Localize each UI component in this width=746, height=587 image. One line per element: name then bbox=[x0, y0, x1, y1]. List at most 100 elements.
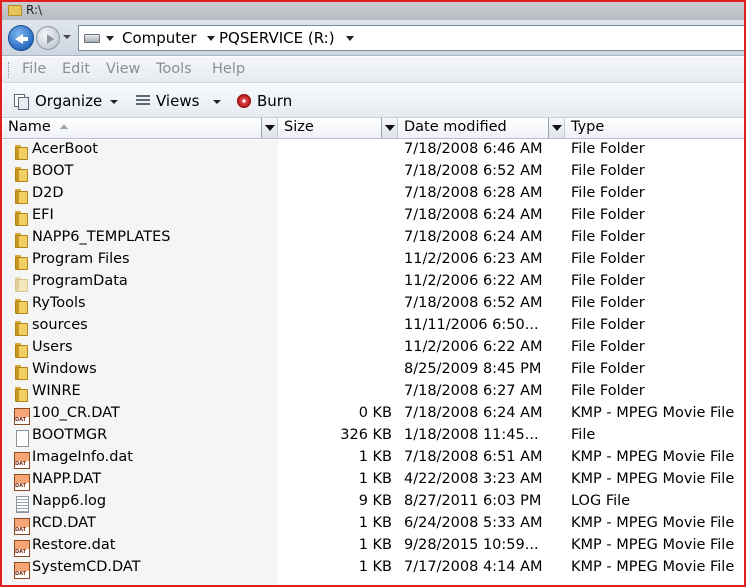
chevron-down-icon[interactable] bbox=[106, 36, 114, 41]
file-type: LOG File bbox=[571, 493, 631, 509]
file-type: File Folder bbox=[571, 163, 645, 179]
column-size-filter-chevron-icon[interactable] bbox=[381, 118, 397, 138]
recent-pages-chevron-icon[interactable] bbox=[63, 35, 71, 39]
folder-icon bbox=[14, 364, 29, 380]
folder-icon bbox=[14, 188, 29, 204]
file-name: Napp6.log bbox=[32, 493, 107, 509]
file-row[interactable]: BOOT 7/18/2008 6:52 AM File Folder bbox=[2, 162, 744, 184]
file-row[interactable]: AcerBoot 7/18/2008 6:46 AM File Folder bbox=[2, 140, 744, 162]
chevron-down-icon[interactable] bbox=[110, 100, 118, 104]
organize-icon bbox=[14, 94, 29, 110]
file-row[interactable]: D2D 7/18/2008 6:28 AM File Folder bbox=[2, 184, 744, 206]
column-name[interactable]: Name bbox=[2, 118, 278, 138]
file-type: File Folder bbox=[571, 251, 645, 267]
folder-icon bbox=[14, 386, 29, 402]
views-button[interactable]: Views bbox=[156, 92, 199, 110]
file-name: NAPP6_TEMPLATES bbox=[32, 229, 171, 245]
file-row[interactable]: WINRE 7/18/2008 6:27 AM File Folder bbox=[2, 382, 744, 404]
file-date-modified: 11/11/2006 6:50... bbox=[404, 317, 539, 333]
file-name: ImageInfo.dat bbox=[32, 449, 133, 465]
chevron-down-icon[interactable] bbox=[207, 36, 215, 41]
column-date-modified[interactable]: Date modified bbox=[398, 118, 565, 138]
file-name: 100_CR.DAT bbox=[32, 405, 120, 421]
menu-tools[interactable]: Tools bbox=[156, 61, 192, 77]
chevron-down-icon[interactable] bbox=[213, 100, 221, 104]
forward-button[interactable] bbox=[36, 26, 60, 50]
file-date-modified: 7/18/2008 6:24 AM bbox=[404, 405, 543, 421]
file-size: 1 KB bbox=[358, 515, 392, 531]
folder-icon bbox=[14, 298, 29, 314]
file-row[interactable]: RCD.DAT 1 KB 6/24/2008 5:33 AM KMP - MPEG M… bbox=[2, 514, 744, 536]
file-row[interactable]: Restore.dat 1 KB 9/28/2015 10:59... KMP - M… bbox=[2, 536, 744, 558]
file-row[interactable]: NAPP.DAT 1 KB 4/22/2008 3:23 AM KMP - MPEG … bbox=[2, 470, 744, 492]
file-row[interactable]: SystemCD.DAT 1 KB 7/17/2008 4:14 AM KMP - M… bbox=[2, 558, 744, 580]
column-header: Name Size Date modified Type bbox=[2, 118, 744, 139]
file-name: Users bbox=[32, 339, 73, 355]
file-row[interactable]: RyTools 7/18/2008 6:52 AM File Folder bbox=[2, 294, 744, 316]
burn-button[interactable]: Burn bbox=[257, 92, 292, 110]
file-name: BOOT bbox=[32, 163, 74, 179]
folder-icon bbox=[14, 166, 29, 182]
dat-file-icon bbox=[14, 452, 30, 469]
column-type[interactable]: Type bbox=[565, 118, 744, 138]
file-date-modified: 11/2/2006 6:22 AM bbox=[404, 339, 543, 355]
file-date-modified: 7/18/2008 6:28 AM bbox=[404, 185, 543, 201]
file-row[interactable]: ImageInfo.dat 1 KB 7/18/2008 6:51 AM KMP - … bbox=[2, 448, 744, 470]
file-date-modified: 7/18/2008 6:51 AM bbox=[404, 449, 543, 465]
file-name: AcerBoot bbox=[32, 141, 98, 157]
file-row[interactable]: Users 11/2/2006 6:22 AM File Folder bbox=[2, 338, 744, 360]
breadcrumb-drive[interactable]: PQSERVICE (R:) bbox=[219, 29, 335, 47]
file-size: 326 KB bbox=[340, 427, 392, 443]
file-row[interactable]: EFI 7/18/2008 6:24 AM File Folder bbox=[2, 206, 744, 228]
menu-edit[interactable]: Edit bbox=[62, 61, 90, 77]
file-date-modified: 7/18/2008 6:46 AM bbox=[404, 141, 543, 157]
file-row[interactable]: Program Files 11/2/2006 6:23 AM File Folde… bbox=[2, 250, 744, 272]
file-name: ProgramData bbox=[32, 273, 128, 289]
column-date-filter-chevron-icon[interactable] bbox=[548, 118, 564, 138]
back-button[interactable] bbox=[8, 25, 34, 51]
file-date-modified: 7/17/2008 4:14 AM bbox=[404, 559, 543, 575]
log-file-icon bbox=[14, 496, 29, 513]
file-date-modified: 7/18/2008 6:27 AM bbox=[404, 383, 543, 399]
column-name-filter-chevron-icon[interactable] bbox=[261, 118, 277, 138]
file-type: KMP - MPEG Movie File bbox=[571, 405, 735, 421]
file-name: WINRE bbox=[32, 383, 81, 399]
file-name: SystemCD.DAT bbox=[32, 559, 141, 575]
file-type: KMP - MPEG Movie File bbox=[571, 559, 735, 575]
file-size: 1 KB bbox=[358, 449, 392, 465]
folder-icon bbox=[14, 342, 29, 358]
column-size[interactable]: Size bbox=[278, 118, 398, 138]
file-row[interactable]: Windows 8/25/2009 8:45 PM File Folder bbox=[2, 360, 744, 382]
file-row[interactable]: NAPP6_TEMPLATES 7/18/2008 6:24 AM File Fol… bbox=[2, 228, 744, 250]
column-date-label: Date modified bbox=[404, 119, 507, 135]
address-box[interactable]: Computer PQSERVICE (R:) bbox=[78, 25, 744, 51]
file-name: BOOTMGR bbox=[32, 427, 108, 443]
menu-help[interactable]: Help bbox=[212, 61, 245, 77]
file-date-modified: 4/22/2008 3:23 AM bbox=[404, 471, 543, 487]
file-date-modified: 7/18/2008 6:24 AM bbox=[404, 207, 543, 223]
organize-button[interactable]: Organize bbox=[35, 92, 102, 110]
file-row[interactable]: 100_CR.DAT 0 KB 7/18/2008 6:24 AM KMP - MPE… bbox=[2, 404, 744, 426]
file-list: AcerBoot 7/18/2008 6:46 AM File Folder BOOT… bbox=[2, 140, 744, 585]
menu-view[interactable]: View bbox=[106, 61, 140, 77]
file-name: D2D bbox=[32, 185, 64, 201]
file-name: Restore.dat bbox=[32, 537, 116, 553]
file-type: File Folder bbox=[571, 339, 645, 355]
file-row[interactable]: Napp6.log 9 KB 8/27/2011 6:03 PM LOG File bbox=[2, 492, 744, 514]
chevron-down-icon[interactable] bbox=[346, 36, 354, 41]
hidden-folder-icon bbox=[14, 276, 29, 292]
file-row[interactable]: BOOTMGR 326 KB 1/18/2008 11:45... File bbox=[2, 426, 744, 448]
file-size: 0 KB bbox=[358, 405, 392, 421]
file-name: NAPP.DAT bbox=[32, 471, 102, 487]
file-date-modified: 11/2/2006 6:23 AM bbox=[404, 251, 543, 267]
menu-file[interactable]: File bbox=[22, 61, 46, 77]
dat-file-icon bbox=[14, 518, 30, 535]
file-row[interactable]: sources 11/11/2006 6:50... File Folder bbox=[2, 316, 744, 338]
file-row[interactable]: ProgramData 11/2/2006 6:22 AM File Folder bbox=[2, 272, 744, 294]
file-size: 1 KB bbox=[358, 559, 392, 575]
column-size-label: Size bbox=[284, 119, 314, 135]
breadcrumb-computer[interactable]: Computer bbox=[122, 29, 197, 47]
file-type: File Folder bbox=[571, 229, 645, 245]
file-type: File Folder bbox=[571, 273, 645, 289]
menu-grip bbox=[8, 62, 10, 78]
